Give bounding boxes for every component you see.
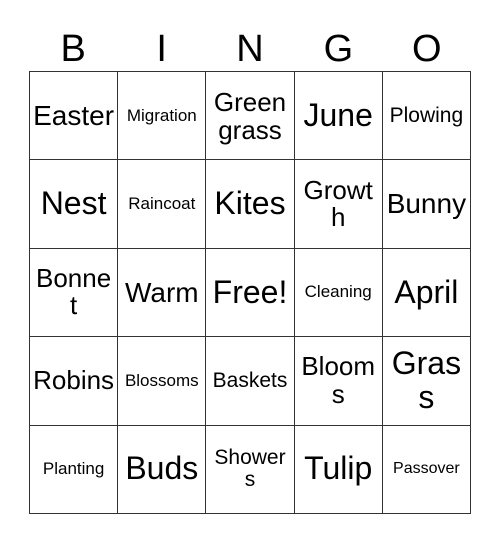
bingo-cell[interactable]: Green grass (206, 72, 295, 161)
bingo-cell-label: Baskets (212, 368, 288, 392)
bingo-cell[interactable]: Growth (294, 160, 383, 249)
bingo-cell[interactable]: Blooms (294, 337, 383, 426)
bingo-header-letter-o: O (412, 28, 442, 70)
bingo-cell[interactable]: Warm (118, 248, 207, 338)
bingo-cell-free-space[interactable]: Free! (206, 248, 295, 338)
bingo-cell-label: Buds (125, 450, 199, 487)
bingo-grid: Easter Migration Green grass June Plowin… (29, 71, 471, 514)
bingo-card: B I N G O Easter Migration Green grass J… (0, 0, 500, 544)
bingo-cell-label: Blooms (301, 351, 376, 409)
bingo-cell-label: Nest (40, 185, 107, 222)
bingo-header-row: B I N G O (29, 18, 471, 68)
bingo-cell[interactable]: Tulip (294, 425, 383, 514)
bingo-cell[interactable]: Migration (118, 72, 207, 161)
bingo-cell[interactable]: Baskets (206, 337, 295, 426)
bingo-cell-label: Showers (214, 446, 286, 492)
bingo-cell-label: June (303, 96, 373, 133)
bingo-cell-label: Blossoms (124, 370, 199, 390)
bingo-cell-label: Passover (393, 459, 460, 477)
bingo-header-letter-i: I (156, 28, 167, 70)
bingo-cell-label: Easter (33, 99, 115, 131)
bingo-cell-label: Raincoat (128, 194, 196, 214)
bingo-cell-label: Green grass (213, 86, 287, 145)
bingo-cell-label: Grass (391, 344, 462, 415)
bingo-cell[interactable]: Buds (118, 425, 207, 514)
bingo-cell-label: Free! (212, 273, 288, 310)
bingo-cell[interactable]: Plowing (382, 72, 471, 161)
bingo-cell[interactable]: Raincoat (118, 160, 207, 249)
bingo-cell[interactable]: June (294, 72, 383, 161)
bingo-cell-label: Bonnet (36, 262, 112, 321)
bingo-cell[interactable]: Easter (30, 72, 119, 161)
bingo-cell[interactable]: Showers (206, 425, 295, 514)
bingo-cell-label: Cleaning (304, 282, 372, 302)
bingo-cell[interactable]: Passover (382, 425, 471, 514)
bingo-cell-label: Warm (124, 276, 199, 308)
bingo-cell[interactable]: Robins (30, 337, 119, 426)
bingo-cell[interactable]: Blossoms (118, 337, 207, 426)
bingo-cell-label: April (394, 273, 459, 310)
bingo-cell-label: Kites (214, 185, 286, 222)
bingo-cell[interactable]: April (382, 248, 471, 338)
bingo-cell[interactable]: Planting (30, 425, 119, 514)
bingo-cell[interactable]: Cleaning (294, 248, 383, 338)
bingo-cell-label: Planting (42, 459, 105, 479)
bingo-cell-label: Migration (126, 105, 197, 125)
bingo-header-letter-n: N (236, 28, 264, 70)
bingo-cell-label: Tulip (304, 450, 373, 487)
bingo-cell-label: Plowing (389, 103, 464, 127)
bingo-cell[interactable]: Bonnet (30, 248, 119, 338)
bingo-cell[interactable]: Bunny (382, 160, 471, 249)
bingo-cell[interactable]: Kites (206, 160, 295, 249)
bingo-cell[interactable]: Grass (382, 337, 471, 426)
bingo-cell[interactable]: Nest (30, 160, 119, 249)
bingo-cell-label: Robins (33, 365, 115, 396)
bingo-cell-label: Bunny (386, 188, 467, 220)
bingo-cell-label: Growth (303, 174, 373, 233)
bingo-header-letter-b: B (60, 28, 86, 70)
bingo-header-letter-g: G (323, 28, 354, 70)
